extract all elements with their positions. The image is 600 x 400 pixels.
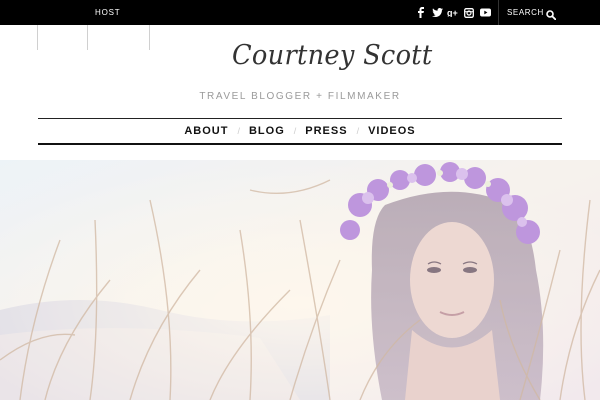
- site-tagline: TRAVEL BLOGGER + FILMMAKER: [199, 91, 401, 102]
- search-box: [498, 0, 563, 25]
- hero-image: [0, 160, 600, 400]
- nav-item-videos[interactable]: VIDEOS: [359, 125, 425, 137]
- top-bar: HOST g+: [0, 0, 600, 25]
- divider: [37, 25, 38, 50]
- svg-text:g+: g+: [447, 8, 458, 17]
- divider: [87, 25, 88, 50]
- instagram-icon[interactable]: [462, 0, 476, 25]
- divider: [149, 25, 150, 50]
- nav-item-blog[interactable]: BLOG: [240, 125, 294, 137]
- nav-item-press[interactable]: PRESS: [296, 125, 356, 137]
- main-nav: ABOUT / BLOG / PRESS / VIDEOS: [0, 119, 600, 143]
- facebook-icon[interactable]: [414, 0, 428, 25]
- nav-border-bottom: [38, 143, 562, 145]
- nav-item-about[interactable]: ABOUT: [175, 125, 237, 137]
- google-plus-icon[interactable]: g+: [446, 0, 460, 25]
- host-link[interactable]: HOST: [95, 0, 120, 25]
- youtube-icon[interactable]: [478, 0, 492, 25]
- site-logo[interactable]: Courtney Scott: [232, 40, 432, 71]
- twitter-icon[interactable]: [430, 0, 444, 25]
- search-input[interactable]: [507, 8, 547, 17]
- search-icon[interactable]: [546, 7, 557, 21]
